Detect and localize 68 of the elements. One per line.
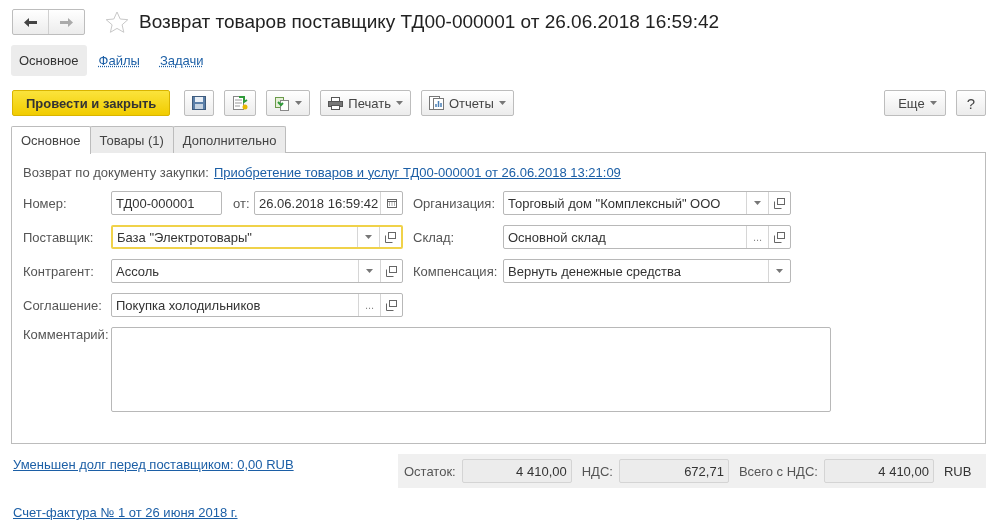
field-label: Поставщик: [23,229,95,245]
total-value: 4 410,00 [461,459,572,483]
report-icon [428,96,444,110]
input-field[interactable]: Вернуть денежные средства [503,259,791,283]
input-field[interactable]: Ассоль [111,259,403,283]
document-icon [232,95,249,111]
input-field[interactable]: ТД00-000001 [111,191,222,215]
caret-icon [295,101,303,105]
more-button[interactable]: Еще [884,90,946,116]
field-label: Соглашение: [23,297,103,313]
caret-icon [365,235,372,239]
field-label: Организация: [413,195,497,211]
choose-button[interactable]: ... [746,226,768,248]
tab[interactable]: Товары (1) [89,126,174,153]
section-link[interactable]: Основное [11,45,87,76]
total-label: НДС: [581,463,613,479]
caret-icon [366,269,373,273]
field-label: Склад: [413,229,456,245]
floppy-icon [192,96,207,110]
calendar-icon [386,198,397,208]
open-icon [774,197,785,209]
print-button[interactable]: Печать [320,90,411,116]
arrow-right-icon [60,17,73,27]
documents-icon [274,95,291,111]
window-title: Возврат товаров поставщику ТД00-000001 от 26.06.2018 16:59:42 [139,11,720,33]
invoice-link[interactable]: Счет-фактура № 1 от 26 июня 2018 г. [13,505,238,520]
reports-button[interactable]: Отчеты [420,90,514,116]
choose-button[interactable]: ... [358,294,380,316]
comment-field[interactable] [111,327,831,412]
section-link[interactable]: Задачи [151,45,212,76]
field-label: Контрагент: [23,263,95,279]
post-button[interactable] [224,90,257,116]
help-button[interactable]: ? [955,90,986,116]
total-value: 672,71 [618,459,729,483]
open-icon [385,231,396,243]
field-label: Комментарий: [23,327,110,344]
caret-icon [776,269,783,273]
open-icon [386,265,397,277]
printer-icon [328,96,344,110]
currency-label: RUB [943,463,972,479]
arrow-left-icon [24,17,37,27]
total-value: 4 410,00 [823,459,934,483]
input-field[interactable]: Торговый дом "Комплексный" ООО [503,191,791,215]
tab[interactable]: Дополнительно [172,126,287,153]
input-field[interactable]: Основной склад ... [503,225,791,249]
caret-icon [754,201,761,205]
caret-icon [498,101,506,105]
save-button[interactable] [184,90,215,116]
input-field[interactable]: База "Электротовары" [111,225,403,249]
basis-document-link[interactable]: Приобретение товаров и услуг ТД00-000001 от 26.06.2018 13:21:09 [213,164,621,180]
post-and-close-button[interactable]: Провести и закрыть [12,90,171,116]
field-label: от: [233,195,251,211]
field-label: Номер: [23,195,68,211]
caret-icon [929,101,937,105]
create-based-button[interactable] [266,90,311,116]
open-icon [386,299,397,311]
debt-link[interactable]: Уменьшен долг перед поставщиком: 0,00 RUB [13,457,294,472]
input-field[interactable]: Покупка холодильников ... [111,293,403,317]
total-label: Остаток: [404,463,456,479]
section-link[interactable]: Файлы [90,45,148,76]
total-label: Всего с НДС: [738,463,818,479]
basis-label: Возврат по документу закупки: [23,164,209,180]
caret-icon [395,101,403,105]
date-field[interactable]: 26.06.2018 16:59:42 [254,191,403,215]
star-icon[interactable] [105,10,129,34]
open-icon [774,231,785,243]
field-label: Компенсация: [413,263,499,279]
tab[interactable]: Основное [11,126,91,154]
